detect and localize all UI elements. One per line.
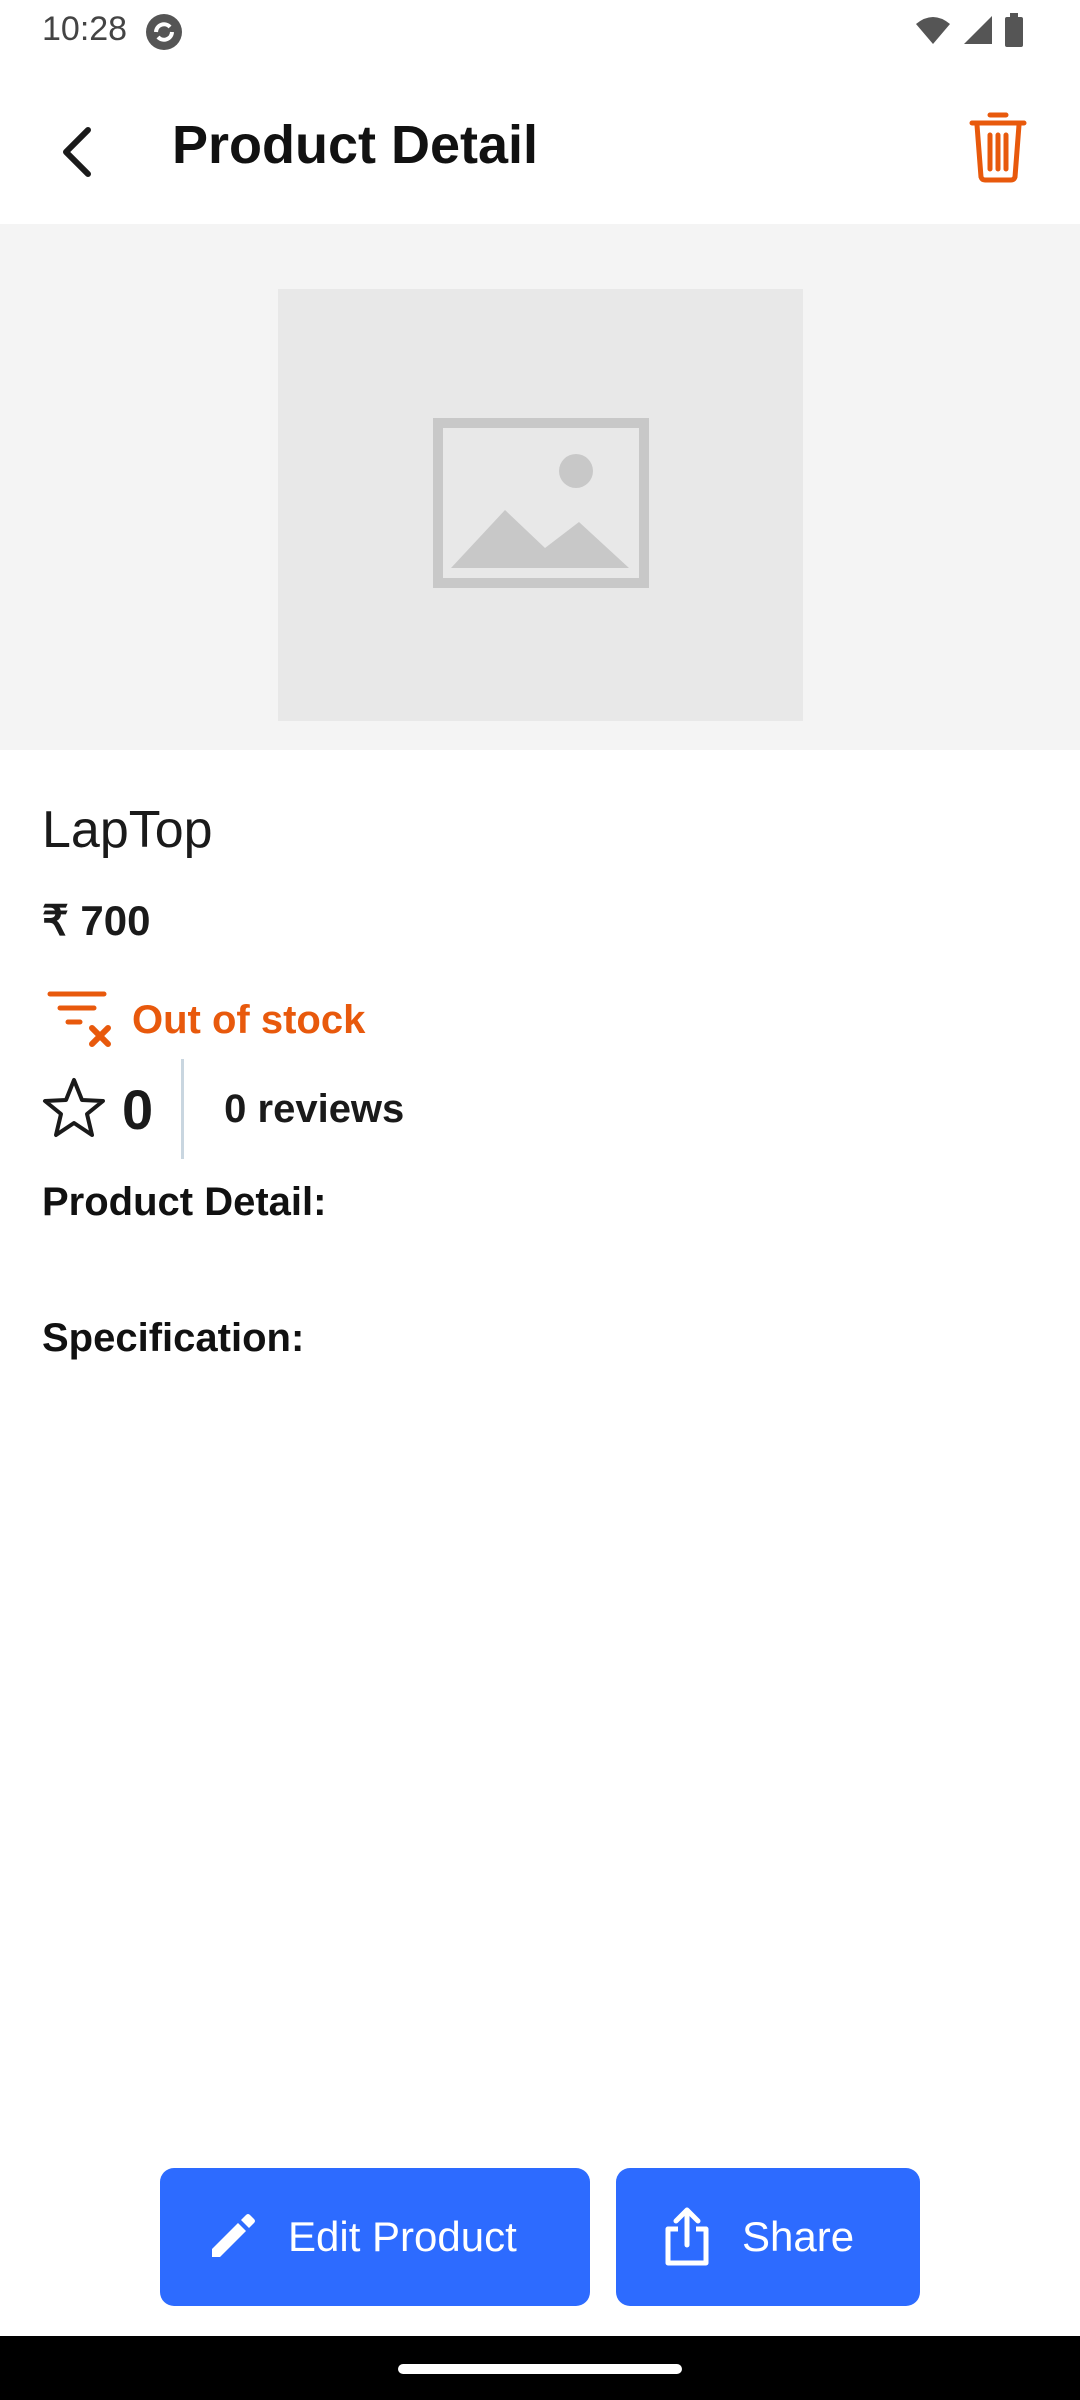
stock-status-text: Out of stock	[132, 997, 366, 1042]
rating-value: 0	[122, 1077, 154, 1141]
trash-icon	[968, 111, 1028, 188]
system-nav-bar	[0, 2336, 1080, 2400]
share-button[interactable]: Share	[616, 2168, 920, 2306]
reviews-count[interactable]: 0 reviews	[224, 1087, 404, 1132]
delete-button[interactable]	[960, 104, 1036, 194]
star-outline-icon[interactable]	[42, 1076, 106, 1143]
back-button[interactable]	[40, 116, 116, 192]
stock-status: Out of stock	[46, 988, 365, 1052]
status-icons	[914, 12, 1024, 52]
pencil-icon	[206, 2211, 258, 2263]
wifi-icon	[914, 14, 952, 51]
product-image	[278, 289, 803, 721]
battery-icon	[1004, 12, 1024, 52]
status-bar: 10:28	[0, 0, 1080, 64]
rating-row: 0 0 reviews	[42, 1056, 404, 1162]
image-placeholder-icon	[432, 417, 649, 593]
edit-product-button[interactable]: Edit Product	[160, 2168, 590, 2306]
home-gesture-handle[interactable]	[398, 2364, 682, 2374]
rating-divider	[181, 1059, 185, 1159]
page-title: Product Detail	[172, 115, 539, 175]
sync-icon	[144, 12, 184, 52]
specification-label: Specification:	[42, 1316, 305, 1360]
signal-icon	[962, 14, 994, 51]
arrow-back-icon	[58, 126, 98, 183]
product-image-area	[0, 224, 1080, 750]
share-icon	[662, 2207, 712, 2267]
edit-product-label: Edit Product	[288, 2213, 517, 2260]
product-detail-label: Product Detail:	[42, 1180, 327, 1224]
product-price: ₹ 700	[42, 897, 151, 944]
app-bar: Product Detail	[0, 64, 1080, 224]
share-label: Share	[742, 2213, 855, 2260]
product-name: LapTop	[42, 801, 213, 859]
filter-remove-icon	[46, 988, 116, 1053]
status-time: 10:28	[42, 10, 128, 48]
